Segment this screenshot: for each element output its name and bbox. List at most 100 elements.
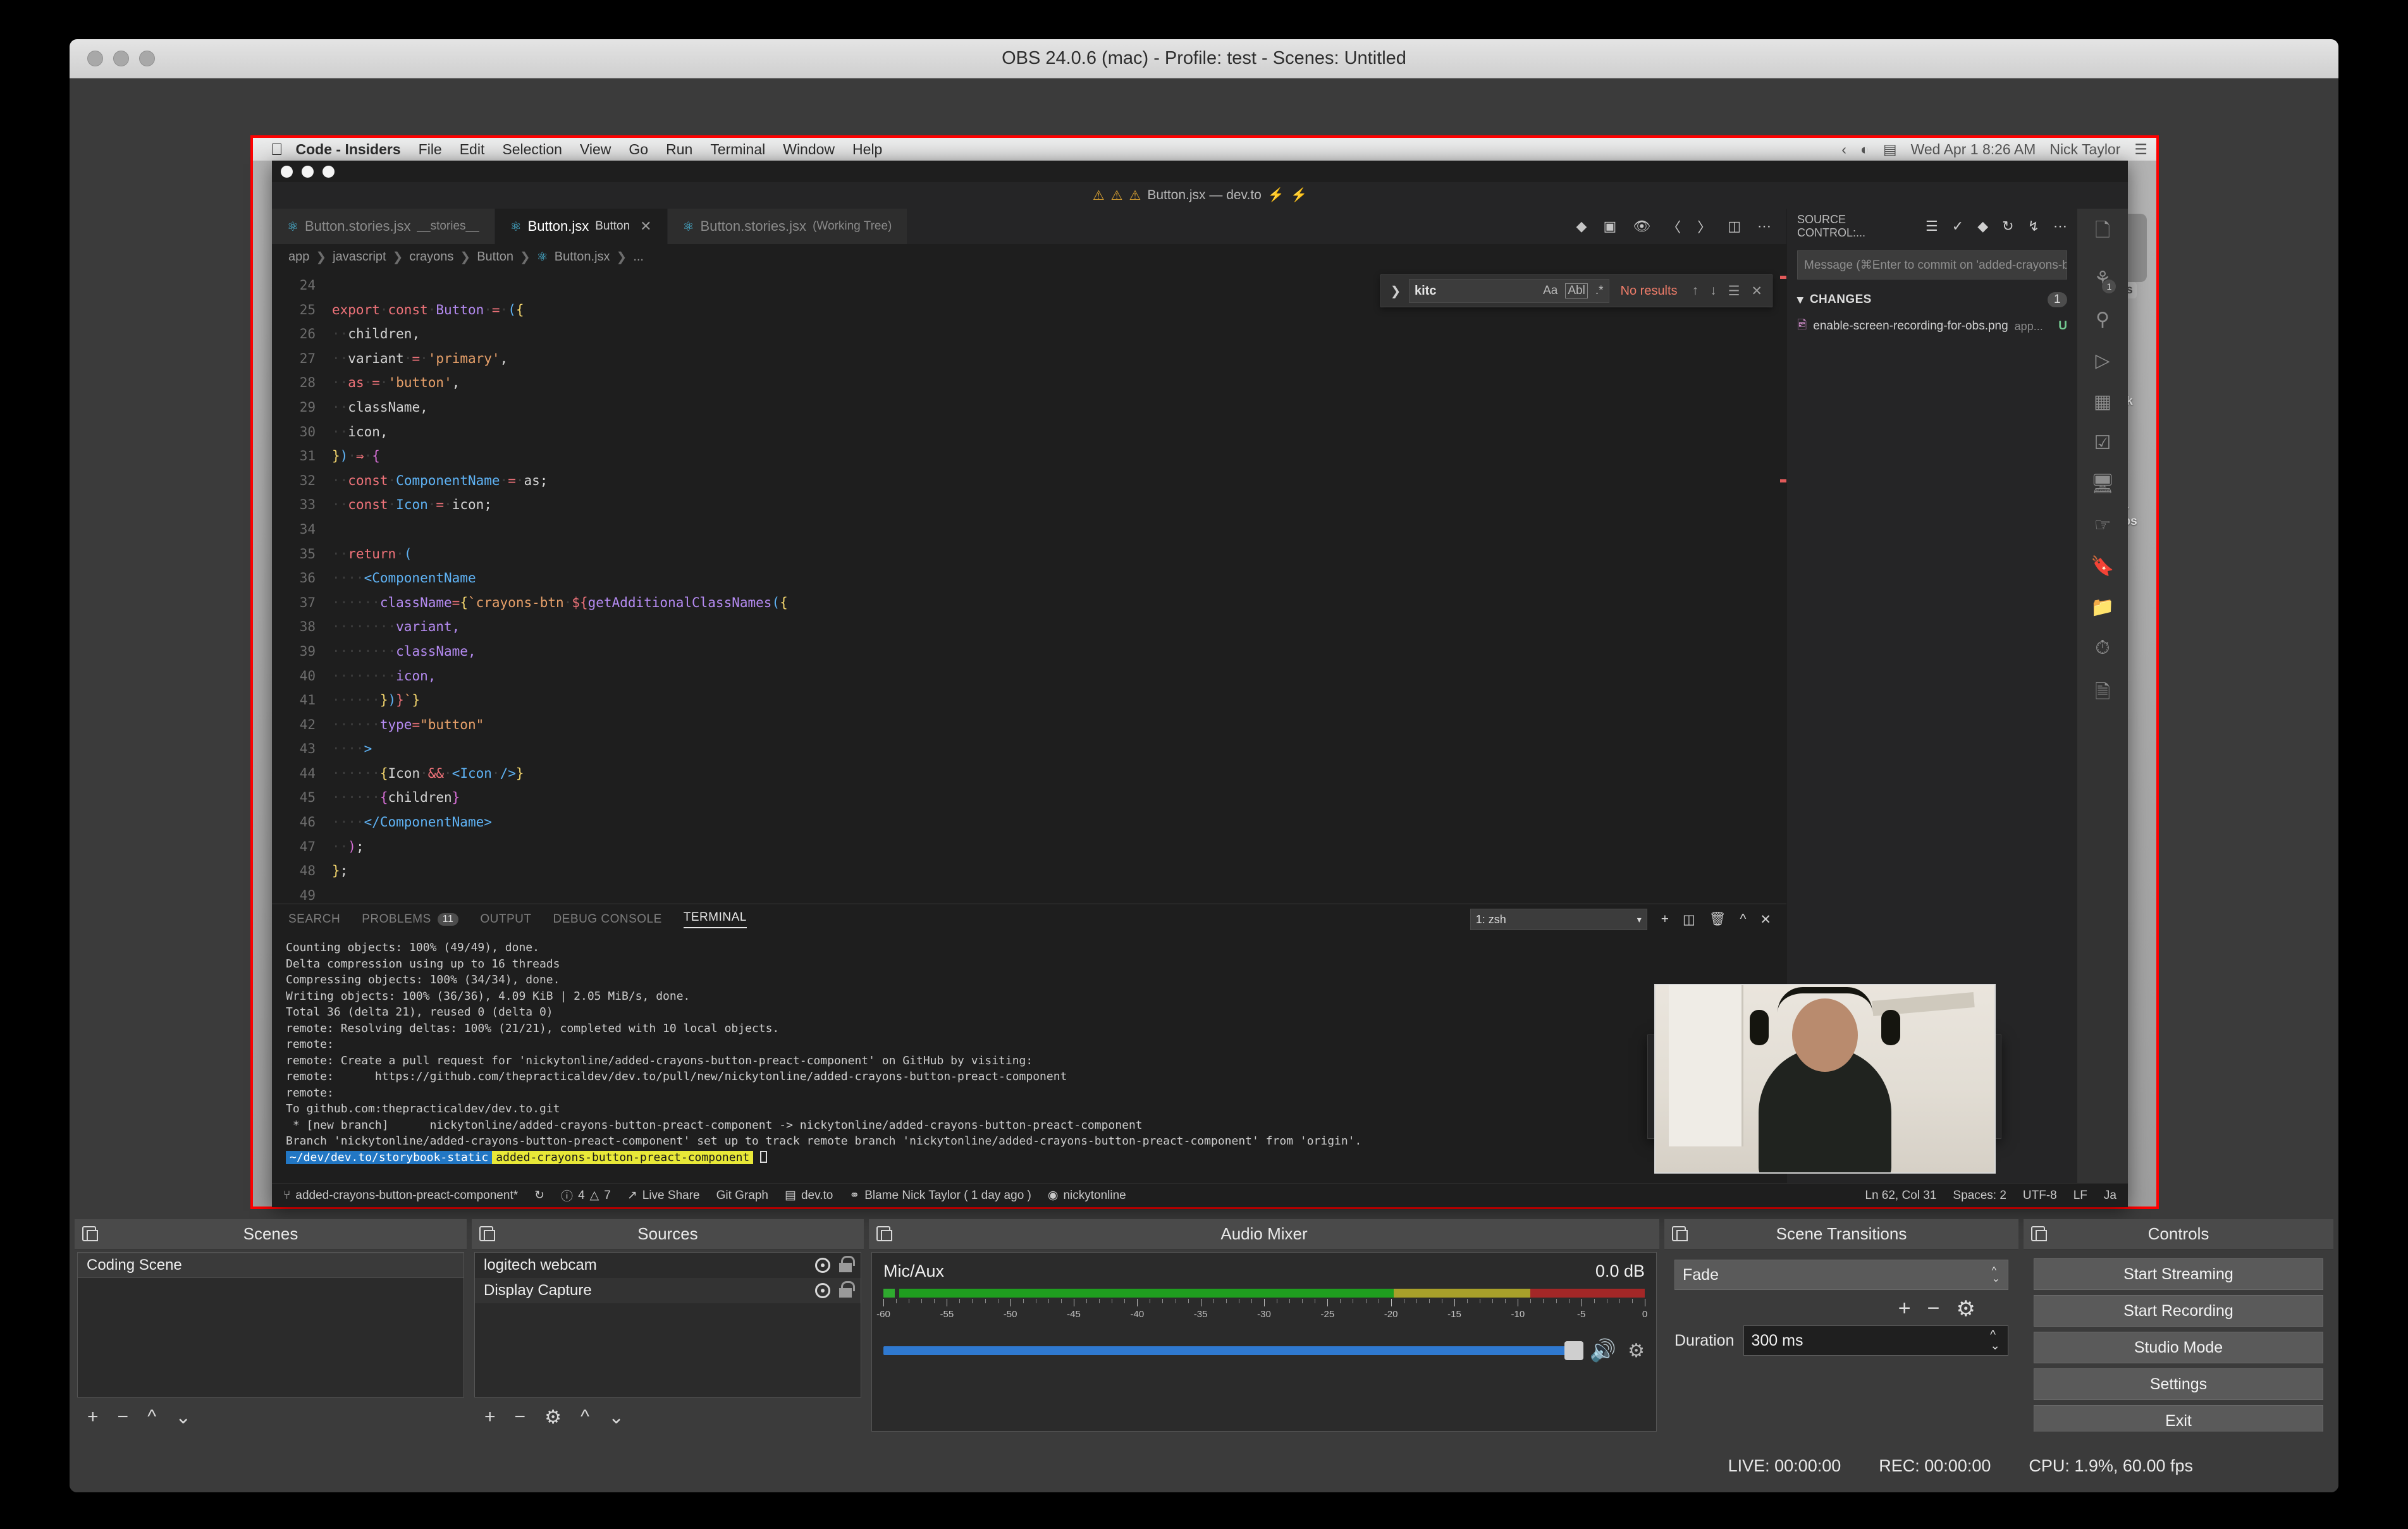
undock-icon[interactable] [876,1226,890,1241]
stash-icon[interactable]: ↯ [2028,218,2039,235]
move-scene-down-button[interactable]: ⌄ [175,1406,191,1428]
breadcrumb-item-symbol[interactable]: ... [633,250,644,264]
eye-icon[interactable]: 👁 [1633,218,1650,235]
changed-file-row[interactable]: 🖻 enable-screen-recording-for-obs.png ap… [1787,314,2077,339]
move-source-up-button[interactable]: ^ [580,1406,589,1428]
volume-slider-handle[interactable] [1564,1341,1583,1360]
extensions-icon[interactable]: ▦ [2094,391,2111,413]
breadcrumb-item-file[interactable]: Button.jsx [555,250,610,264]
settings-button[interactable]: Settings [2034,1368,2323,1400]
status-project[interactable]: ▤ dev.to [785,1188,833,1203]
view-as-list-icon[interactable]: ☰ [1926,218,1938,235]
more-actions-icon[interactable]: ⋯ [1757,218,1771,235]
vscode-minimize-button[interactable] [302,166,314,178]
tab-button-jsx[interactable]: ⚛ Button.jsx Button ✕ [495,209,668,244]
kill-terminal-icon[interactable]: 🗑 [1709,912,1726,927]
control-center-icon[interactable]: ☰ [2134,141,2147,158]
split-terminal-icon[interactable]: ◫ [1683,912,1695,928]
start-streaming-button[interactable]: Start Streaming [2034,1258,2323,1290]
menubar-username[interactable]: Nick Taylor [2049,141,2120,158]
add-transition-button[interactable]: + [1898,1296,1911,1322]
commit-message-input[interactable]: Message (⌘Enter to commit on 'added-cray… [1797,250,2067,279]
exit-button[interactable]: Exit [2034,1405,2323,1432]
gear-icon[interactable]: ⚙ [1628,1340,1645,1362]
move-scene-up-button[interactable]: ^ [147,1406,156,1428]
source-list-item[interactable]: logitech webcam [475,1253,861,1278]
scene-list-item[interactable]: Coding Scene [78,1253,464,1278]
status-cursor-position[interactable]: Ln 62, Col 31 [1865,1189,1936,1203]
undock-icon[interactable] [479,1226,493,1241]
stepper-icon[interactable]: ^⌄ [1990,1330,2000,1351]
add-scene-button[interactable]: + [87,1406,99,1428]
remove-transition-button[interactable]: − [1927,1296,1940,1322]
folder-icon[interactable]: 📁 [2091,596,2114,618]
source-properties-button[interactable]: ⚙ [544,1406,562,1428]
tab-search[interactable]: SEARCH [288,912,340,926]
status-language-mode[interactable]: Ja [2104,1189,2116,1203]
menu-item-help[interactable]: Help [852,141,882,158]
breadcrumb-item-app[interactable]: app [288,250,309,264]
undock-icon[interactable] [2031,1226,2045,1241]
tab-terminal[interactable]: TERMINAL [684,911,747,928]
chevron-left-icon[interactable]: ‹ [1841,141,1846,158]
terminal-output[interactable]: Counting objects: 100% (49/49), done. De… [272,935,1786,1183]
menubar-clock[interactable]: Wed Apr 1 8:26 AM [1911,141,2036,158]
compare-icon[interactable]: ◆ [1576,218,1587,235]
status-eol[interactable]: LF [2073,1189,2087,1203]
battery-icon[interactable]: ▤ [1883,141,1897,158]
tab-output[interactable]: OUTPUT [480,912,531,926]
open-preview-icon[interactable]: ▣ [1603,218,1616,235]
sources-list[interactable]: logitech webcam Display Capture [474,1252,861,1397]
scenes-list[interactable]: Coding Scene [77,1252,464,1397]
lock-icon[interactable] [839,1288,852,1298]
status-git-graph[interactable]: Git Graph [716,1189,768,1203]
add-source-button[interactable]: + [484,1406,496,1428]
code-editor[interactable]: 24 25export·const·Button·=·({ 26··childr… [272,269,1786,904]
menu-item-file[interactable]: File [419,141,442,158]
tab-button-stories-jsx[interactable]: ⚛ Button.stories.jsx __stories__ [272,209,495,244]
vscode-traffic-lights[interactable] [272,161,2128,182]
terminal-selector[interactable]: 1: zsh ▾ [1470,909,1647,930]
menu-item-run[interactable]: Run [666,141,692,158]
remote-icon[interactable]: 🖥 [2091,473,2115,495]
more-actions-icon[interactable]: ⋯ [2053,218,2067,235]
test-icon[interactable]: ☑ [2094,432,2111,454]
match-case-icon[interactable]: Aa [1543,284,1557,298]
apple-logo-icon[interactable]:  [271,140,283,159]
start-recording-button[interactable]: Start Recording [2034,1295,2323,1327]
chevron-right-icon[interactable]: 〉 [1697,216,1711,236]
remove-source-button[interactable]: − [515,1406,526,1428]
menu-item-view[interactable]: View [580,141,611,158]
studio-mode-button[interactable]: Studio Mode [2034,1332,2323,1363]
breadcrumb-item-button[interactable]: Button [477,250,513,264]
visibility-eye-icon[interactable] [815,1258,830,1273]
find-widget[interactable]: ❯ kitc Aa Abl .* No results ↑ [1380,274,1772,307]
remove-scene-button[interactable]: − [118,1406,129,1428]
git-icon[interactable]: ◆ [1977,218,1988,235]
find-in-selection-icon[interactable]: ☰ [1725,283,1743,299]
close-icon[interactable]: ✕ [1748,283,1766,299]
explorer-icon[interactable]: 🗋 [2095,216,2110,249]
source-list-item[interactable]: Display Capture [475,1278,861,1303]
vscode-maximize-button[interactable] [322,166,335,178]
search-icon[interactable]: ⚲ [2096,309,2110,331]
commit-check-icon[interactable]: ✓ [1952,218,1963,235]
visibility-eye-icon[interactable] [815,1283,830,1298]
use-regex-icon[interactable]: .* [1595,284,1604,298]
wifi-icon[interactable]: ◐ [1860,141,1869,158]
find-input[interactable]: kitc Aa Abl .* [1409,279,1609,303]
breadcrumb-item-javascript[interactable]: javascript [333,250,386,264]
status-branch[interactable]: ⑂ added-crayons-button-preact-component* [283,1189,518,1203]
tab-problems[interactable]: PROBLEMS 11 [362,912,458,926]
transition-select[interactable]: Fade ^⌄ [1674,1260,2008,1290]
tab-debug-console[interactable]: DEBUG CONSOLE [553,912,662,926]
menu-item-terminal[interactable]: Terminal [710,141,765,158]
timeline-icon[interactable]: ⏱ [2095,637,2110,659]
move-source-down-button[interactable]: ⌄ [608,1406,624,1428]
transition-properties-button[interactable]: ⚙ [1956,1296,1975,1322]
changes-section-header[interactable]: ▾ CHANGES 1 [1787,286,2077,314]
chevron-left-icon[interactable]: 〈 [1667,216,1681,236]
menu-item-go[interactable]: Go [629,141,648,158]
notebook-icon[interactable]: 🗎 [2095,678,2110,710]
menu-item-selection[interactable]: Selection [502,141,562,158]
